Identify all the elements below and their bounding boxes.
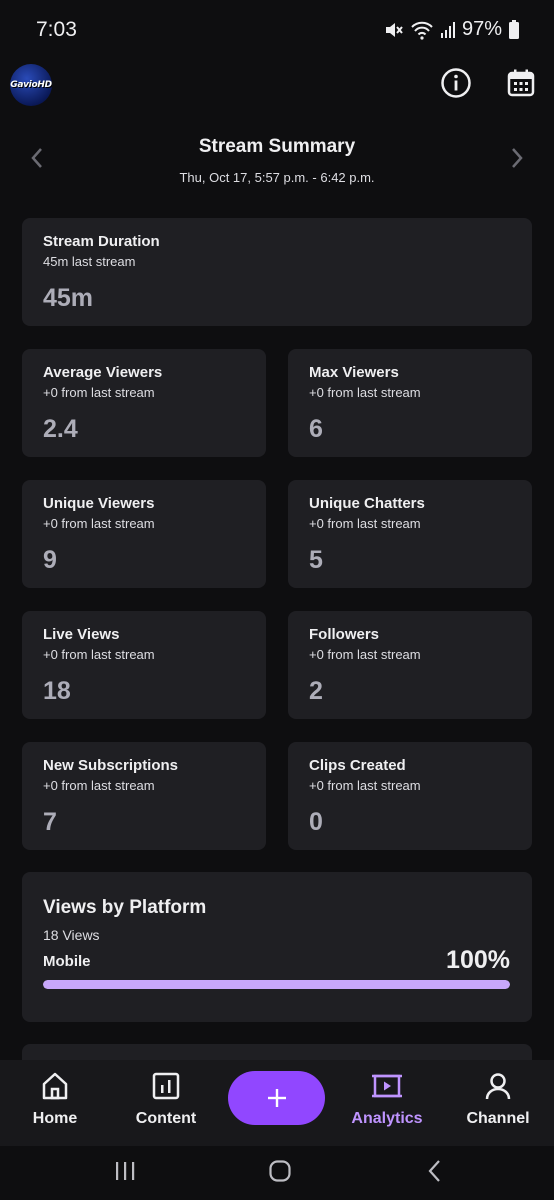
stat-subtitle: +0 from last stream — [43, 647, 155, 662]
plus-icon — [267, 1089, 286, 1107]
recent-apps-button[interactable] — [110, 1156, 140, 1186]
nav-analytics[interactable]: Analytics — [337, 1070, 437, 1140]
battery-level: 97% — [461, 18, 502, 40]
platform-total-views: 18 Views — [43, 927, 100, 943]
stat-subtitle: +0 from last stream — [43, 778, 155, 793]
stat-card-average-viewers: Average Viewers +0 from last stream 2.4 — [22, 349, 266, 457]
stat-card-live-views: Live Views +0 from last stream 18 — [22, 611, 266, 719]
stat-title: Unique Chatters — [309, 495, 425, 512]
stat-subtitle: +0 from last stream — [309, 516, 421, 531]
platform-percent: 100% — [446, 946, 510, 974]
page-title: Stream Summary — [198, 136, 356, 157]
stat-title: Stream Duration — [43, 233, 160, 250]
stat-subtitle: 45m last stream — [43, 254, 136, 269]
nav-content[interactable]: Content — [116, 1070, 216, 1140]
top-bar: GavioHD — [0, 60, 554, 110]
stat-card-stream-duration: Stream Duration 45m last stream 45m — [22, 218, 532, 326]
nav-content-label: Content — [135, 1110, 197, 1127]
info-icon — [441, 68, 471, 98]
back-icon — [428, 1160, 440, 1182]
battery-icon — [509, 19, 519, 39]
stat-card-clips-created: Clips Created +0 from last stream 0 — [288, 742, 532, 850]
stat-value: 0 — [309, 808, 323, 836]
stat-title: Max Viewers — [309, 364, 399, 381]
stat-value: 2.4 — [43, 415, 78, 443]
stat-card-max-viewers: Max Viewers +0 from last stream 6 — [288, 349, 532, 457]
recent-apps-icon — [116, 1162, 135, 1180]
nav-analytics-label: Analytics — [351, 1110, 423, 1127]
home-system-button[interactable] — [265, 1156, 295, 1186]
stat-value: 18 — [43, 677, 71, 705]
stream-summary-header: Stream Summary Thu, Oct 17, 5:57 p.m. - … — [0, 128, 554, 198]
stat-value: 6 — [309, 415, 323, 443]
mute-icon — [385, 22, 403, 37]
back-button[interactable] — [420, 1156, 450, 1186]
avatar[interactable]: GavioHD — [10, 64, 52, 106]
create-button[interactable] — [228, 1071, 325, 1125]
stat-value: 7 — [43, 808, 57, 836]
signal-icon — [440, 21, 455, 38]
stat-title: Clips Created — [309, 757, 406, 774]
stat-subtitle: +0 from last stream — [309, 385, 421, 400]
avatar-logo-text: GavioHD — [10, 80, 52, 90]
nav-channel[interactable]: Channel — [448, 1070, 548, 1140]
nav-home-label: Home — [32, 1110, 78, 1127]
calendar-icon — [507, 69, 535, 97]
views-by-platform-card: Views by Platform 18 Views Mobile 100% — [22, 872, 532, 1022]
home-circle-icon — [269, 1160, 291, 1182]
stat-card-unique-viewers: Unique Viewers +0 from last stream 9 — [22, 480, 266, 588]
stat-card-followers: Followers +0 from last stream 2 — [288, 611, 532, 719]
stat-title: New Subscriptions — [43, 757, 179, 774]
stat-subtitle: +0 from last stream — [309, 647, 421, 662]
platform-progress-fill — [43, 980, 510, 989]
wifi-icon — [411, 21, 433, 40]
next-stream-button[interactable] — [505, 146, 529, 170]
chevron-right-icon — [512, 148, 523, 168]
system-navigation-bar — [0, 1146, 554, 1200]
bottom-navigation: Home Content Analytics Channel — [0, 1060, 554, 1146]
analytics-video-icon — [372, 1074, 402, 1098]
stat-subtitle: +0 from last stream — [309, 778, 421, 793]
stat-value: 2 — [309, 677, 323, 705]
stat-subtitle: +0 from last stream — [43, 516, 155, 531]
info-button[interactable] — [439, 66, 473, 100]
status-time: 7:03 — [36, 18, 77, 41]
status-bar: 7:03 97% — [0, 0, 554, 60]
home-icon — [42, 1072, 68, 1100]
platform-label: Mobile — [43, 953, 91, 970]
stream-date-range: Thu, Oct 17, 5:57 p.m. - 6:42 p.m. — [179, 170, 375, 185]
platform-progress-track — [43, 980, 510, 989]
stat-value: 45m — [43, 284, 94, 312]
stat-title: Live Views — [43, 626, 120, 643]
user-icon — [485, 1073, 511, 1100]
stat-title: Followers — [309, 626, 380, 643]
stat-subtitle: +0 from last stream — [43, 385, 155, 400]
stat-card-new-subscriptions: New Subscriptions +0 from last stream 7 — [22, 742, 266, 850]
bar-chart-icon — [152, 1072, 180, 1100]
stat-value: 9 — [43, 546, 57, 574]
stat-title: Average Viewers — [43, 364, 163, 381]
stat-card-unique-chatters: Unique Chatters +0 from last stream 5 — [288, 480, 532, 588]
status-icons: 97% — [384, 18, 520, 41]
calendar-button[interactable] — [504, 66, 538, 100]
nav-home[interactable]: Home — [5, 1070, 105, 1140]
stat-value: 5 — [309, 546, 323, 574]
stat-title: Unique Viewers — [43, 495, 155, 512]
platform-card-title: Views by Platform — [43, 897, 207, 918]
nav-channel-label: Channel — [466, 1110, 530, 1127]
